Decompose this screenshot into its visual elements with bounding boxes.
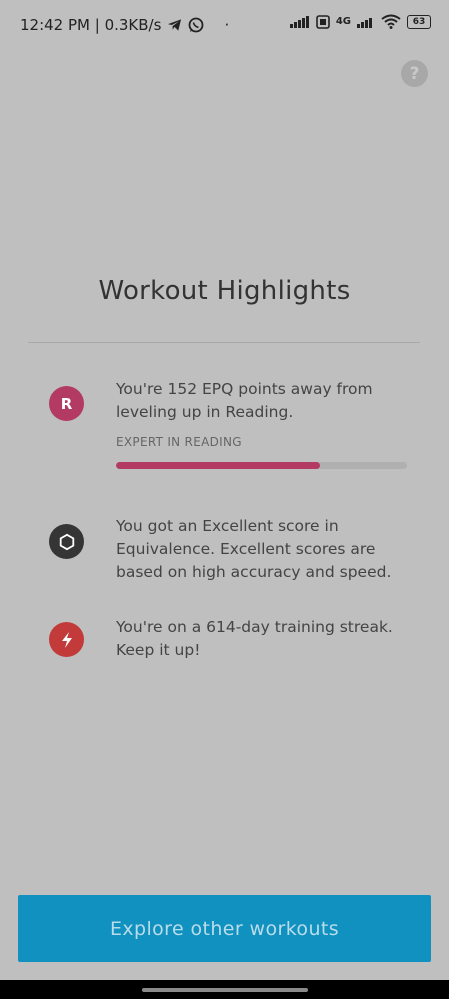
whatsapp-icon (189, 17, 204, 33)
navigation-bar (0, 980, 449, 999)
highlight-sublabel: EXPERT IN READING (116, 435, 242, 449)
reading-badge-icon: R (49, 386, 84, 421)
status-bar: 12:42 PM | 0.3KB/s · 4G 63 (0, 0, 449, 50)
status-dot: · (224, 16, 230, 34)
battery-icon: 63 (407, 14, 431, 29)
hexagon-glyph-icon (59, 533, 74, 550)
volte-icon (316, 14, 330, 29)
explore-workouts-button[interactable]: Explore other workouts (18, 895, 431, 962)
status-time-speed: 12:42 PM | 0.3KB/s (20, 16, 162, 34)
reading-badge-letter: R (60, 394, 73, 413)
reading-progress-fill (116, 462, 320, 469)
status-right: 4G 63 (289, 14, 431, 29)
hexagon-icon (49, 524, 84, 559)
home-handle[interactable] (142, 988, 308, 992)
lightning-icon (49, 622, 84, 657)
status-left: 12:42 PM | 0.3KB/s · (20, 16, 229, 34)
divider (28, 342, 420, 343)
network-type: 4G (335, 16, 351, 27)
signal-icon-secondary (357, 17, 372, 28)
battery-level: 63 (412, 16, 426, 27)
page-title: Workout Highlights (98, 276, 351, 306)
explore-workouts-label: Explore other workouts (109, 917, 340, 940)
reading-progress-bar (116, 462, 407, 469)
highlight-text: You're 152 EPQ points away from leveling… (116, 380, 373, 421)
highlight-text: You're on a 614-day training streak. Kee… (116, 618, 393, 659)
telegram-icon (168, 19, 182, 31)
signal-icon (289, 15, 309, 28)
help-icon: ? (409, 63, 420, 84)
help-button[interactable]: ? (401, 60, 428, 87)
highlight-text: You got an Excellent score in Equivalenc… (116, 517, 392, 581)
wifi-icon (381, 14, 401, 29)
lightning-glyph-icon (61, 631, 72, 648)
